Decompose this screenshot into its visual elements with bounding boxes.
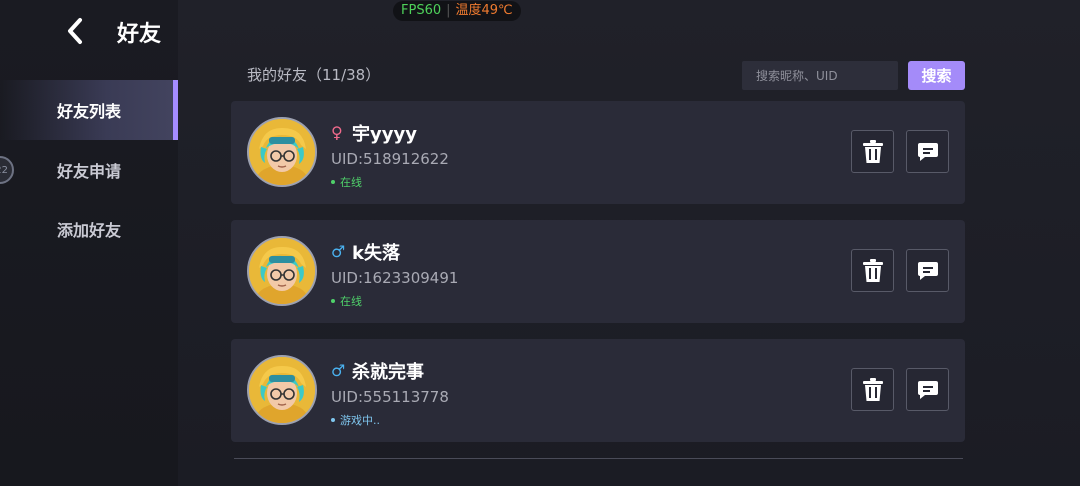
chat-button[interactable] (906, 130, 949, 173)
perf-overlay: FPS60 | 温度49℃ (393, 1, 521, 21)
delete-friend-button[interactable] (851, 368, 894, 411)
sidebar-item-add-friend[interactable]: 添加好友 (0, 199, 178, 259)
friend-card: ♀ 宇yyyy UID:518912622 在线 (231, 101, 965, 204)
online-dot-icon (331, 180, 335, 184)
delete-friend-button[interactable] (851, 249, 894, 292)
sidebar-item-label: 好友申请 (56, 162, 121, 181)
status-text: 游戏中.. (340, 414, 380, 427)
chat-bubble-icon (917, 261, 938, 280)
chat-button[interactable] (906, 368, 949, 411)
friend-name: k失落 (352, 243, 400, 264)
search-button[interactable]: 搜索 (908, 61, 965, 90)
online-dot-icon (331, 299, 335, 303)
friend-uid: UID:1623309491 (331, 269, 459, 287)
female-gender-icon: ♀ (331, 123, 343, 142)
trash-icon (862, 139, 883, 163)
friend-count-label: 我的好友（11/38） (247, 66, 381, 84)
friend-name: 杀就完事 (352, 362, 424, 383)
trash-icon (862, 258, 883, 282)
friend-uid: UID:518912622 (331, 150, 449, 168)
friend-card: ♂ 杀就完事 UID:555113778 游戏中.. (231, 339, 965, 442)
status-indicator: 在线 (331, 293, 362, 309)
sidebar-item-label: 好友列表 (56, 102, 121, 121)
perf-separator: | (446, 3, 451, 18)
chat-bubble-icon (917, 380, 938, 399)
avatar[interactable] (247, 355, 317, 425)
avatar[interactable] (247, 236, 317, 306)
sidebar-item-label: 添加好友 (56, 221, 121, 240)
temperature-readout: 温度49℃ (455, 3, 513, 18)
fps-readout: FPS60 (401, 3, 442, 18)
page-title: 好友 (117, 22, 162, 47)
back-button[interactable] (60, 14, 90, 48)
status-text: 在线 (340, 295, 362, 308)
friend-uid: UID:555113778 (331, 388, 449, 406)
search-input[interactable] (742, 61, 898, 90)
sidebar-item-friend-list[interactable]: 好友列表 (0, 80, 178, 140)
trash-icon (862, 377, 883, 401)
chat-bubble-icon (917, 142, 938, 161)
male-gender-icon: ♂ (331, 242, 346, 261)
delete-friend-button[interactable] (851, 130, 894, 173)
status-indicator: 游戏中.. (331, 412, 380, 428)
list-divider (234, 458, 963, 459)
chat-button[interactable] (906, 249, 949, 292)
sidebar-item-friend-requests[interactable]: 好友申请 (0, 140, 178, 200)
friend-name: 宇yyyy (352, 124, 417, 145)
male-gender-icon: ♂ (331, 361, 346, 380)
friend-card: ♂ k失落 UID:1623309491 在线 (231, 220, 965, 323)
status-indicator: 在线 (331, 174, 362, 190)
avatar[interactable] (247, 117, 317, 187)
chevron-left-icon (68, 18, 82, 44)
status-text: 在线 (340, 176, 362, 189)
ingame-dot-icon (331, 418, 335, 422)
